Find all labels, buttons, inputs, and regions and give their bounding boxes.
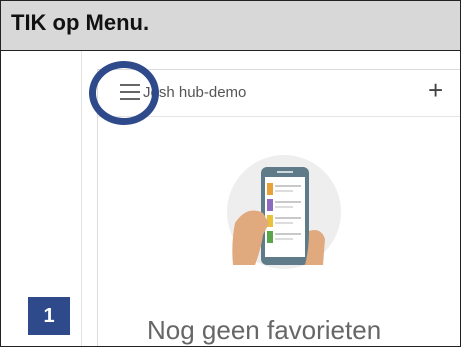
instruction-text: TIK op Menu.	[11, 10, 150, 35]
phone-in-hand-illustration	[227, 155, 341, 269]
plus-icon[interactable]: +	[428, 77, 443, 103]
tutorial-frame: TIK op Menu. Josh hub-demo + Nog geen fa…	[0, 0, 461, 347]
menu-highlight-circle	[89, 61, 159, 125]
step-number-badge: 1	[28, 297, 70, 335]
instruction-banner: TIK op Menu.	[1, 1, 460, 51]
empty-state-message: Nog geen favorieten	[147, 315, 382, 345]
